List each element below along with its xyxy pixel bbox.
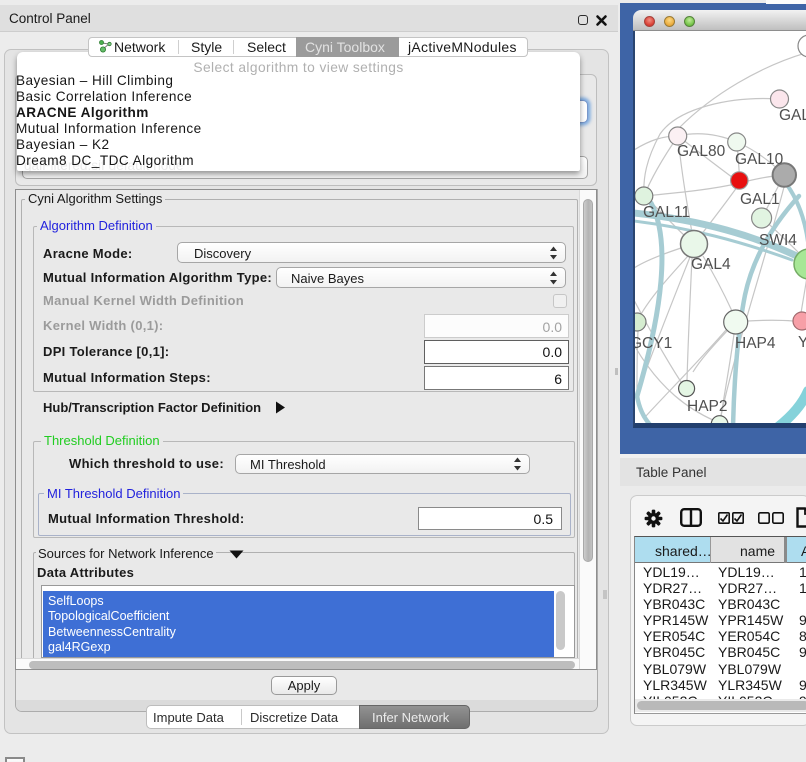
svg-text:GCY1: GCY1 [635, 335, 672, 352]
svg-text:GAL4: GAL4 [691, 256, 731, 273]
svg-text:HAP2: HAP2 [687, 398, 728, 415]
svg-text:GAL1: GAL1 [740, 191, 780, 208]
svg-text:Y: Y [798, 334, 806, 351]
svg-text:GAL11: GAL11 [643, 204, 690, 221]
svg-text:HAP4: HAP4 [735, 335, 776, 352]
svg-text:GAL7: GAL7 [779, 107, 806, 124]
svg-text:GAL10: GAL10 [735, 151, 784, 168]
svg-text:SWI4: SWI4 [759, 232, 797, 249]
svg-text:GAL80: GAL80 [677, 143, 726, 160]
